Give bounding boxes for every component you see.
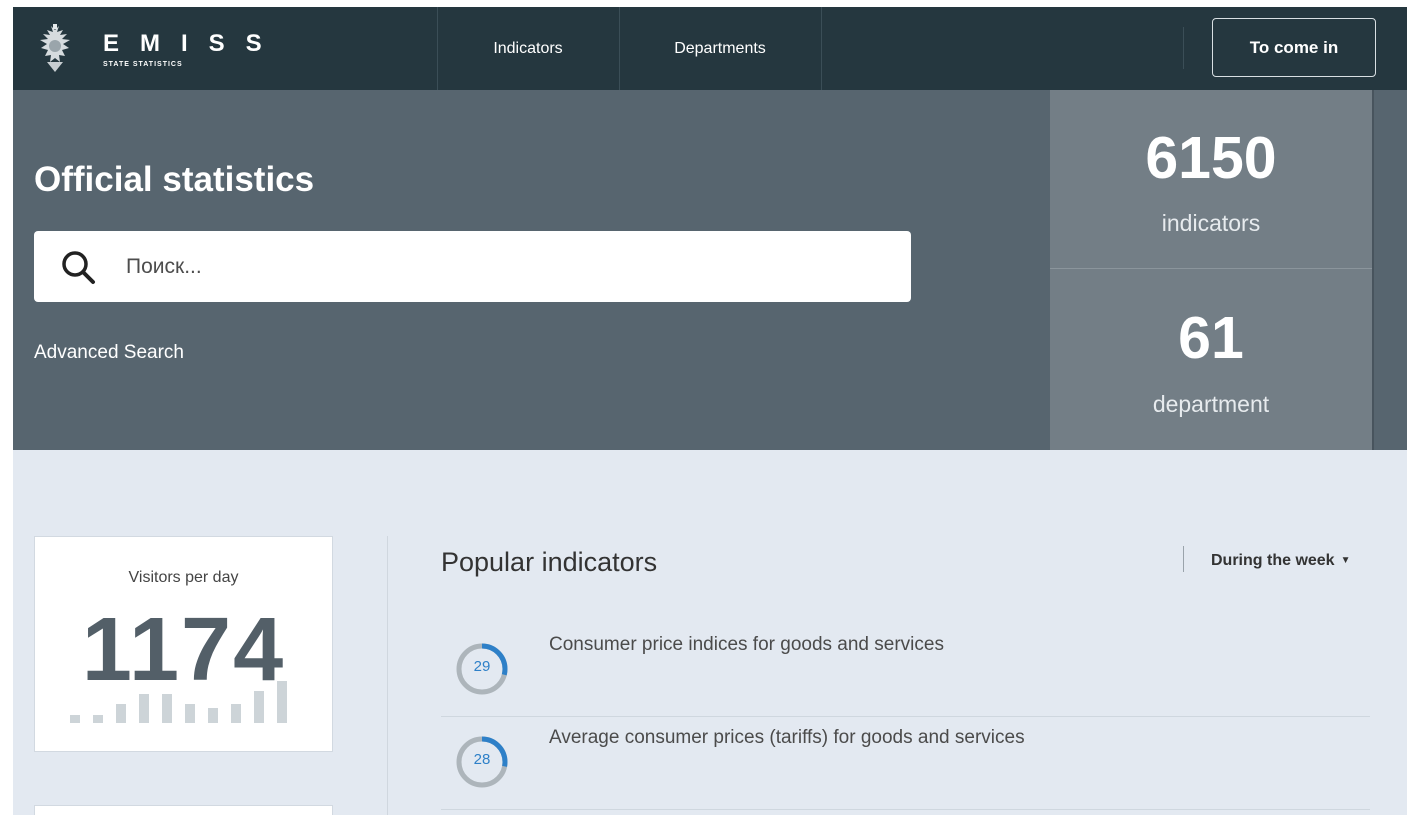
search-input[interactable] [126,231,886,302]
secondary-card [34,805,333,815]
emblem-icon [40,24,70,72]
column-divider [387,536,388,815]
sparkline-bar [139,694,149,723]
brand: EMISS STATE STATISTICS [103,29,283,68]
popular-indicators-title: Popular indicators [441,547,658,577]
brand-subtitle: STATE STATISTICS [103,60,183,68]
login-button[interactable]: To come in [1212,18,1376,77]
hero-edge-rule [1372,90,1374,450]
period-dropdown[interactable]: During the week ▼ [1211,552,1350,570]
caret-down-icon: ▼ [1340,555,1351,566]
visitors-label: Visitors per day [128,569,239,586]
sparkline-bar [93,715,103,723]
search-box[interactable] [34,231,911,302]
nav-divider [821,7,822,90]
popular-item-count: 29 [473,658,491,675]
stats-divider [1050,268,1372,269]
brand-title: EMISS [103,29,283,57]
site-logo[interactable]: EMISS STATE STATISTICS [33,21,283,77]
popular-item[interactable]: 29 Consumer price indices for goods and … [441,624,1370,717]
sparkline-bar [208,708,218,723]
top-navbar: EMISS STATE STATISTICS Indicators Depart… [13,7,1407,90]
popular-item-count: 28 [473,751,491,768]
sparkline-bar [254,691,264,723]
sparkline-bar [162,694,172,723]
nav-item-indicators[interactable]: Indicators [437,7,619,90]
sparkline-bar [277,681,287,723]
sparkline-bar [116,704,126,723]
login-divider [1183,27,1184,69]
period-divider [1183,546,1184,572]
sparkline-bar [185,704,195,723]
departments-count: 61 [1178,305,1244,371]
popular-item-label[interactable]: Average consumer prices (tariffs) for go… [549,727,1025,749]
popular-item-label[interactable]: Consumer price indices for goods and ser… [549,634,944,656]
indicators-label: indicators [1161,210,1261,236]
popular-item[interactable]: 28 Average consumer prices (tariffs) for… [441,717,1370,810]
page: EMISS STATE STATISTICS Indicators Depart… [13,7,1407,815]
indicators-count: 6150 [1145,125,1277,191]
hero-section: Official statistics Advanced Search 6150… [13,90,1407,450]
visitors-card: Visitors per day 1174 [34,536,333,752]
visitors-sparkline [70,681,300,723]
period-label: During the week [1211,552,1335,569]
nav-item-departments[interactable]: Departments [619,7,821,90]
page-title: Official statistics [34,160,315,199]
search-icon[interactable] [60,249,96,285]
sparkline-bar [70,715,80,723]
advanced-search-link[interactable]: Advanced Search [34,342,184,364]
stats-panel: 6150 indicators 61 department [1050,90,1372,450]
sparkline-bar [231,704,241,723]
departments-label: department [1152,391,1270,417]
